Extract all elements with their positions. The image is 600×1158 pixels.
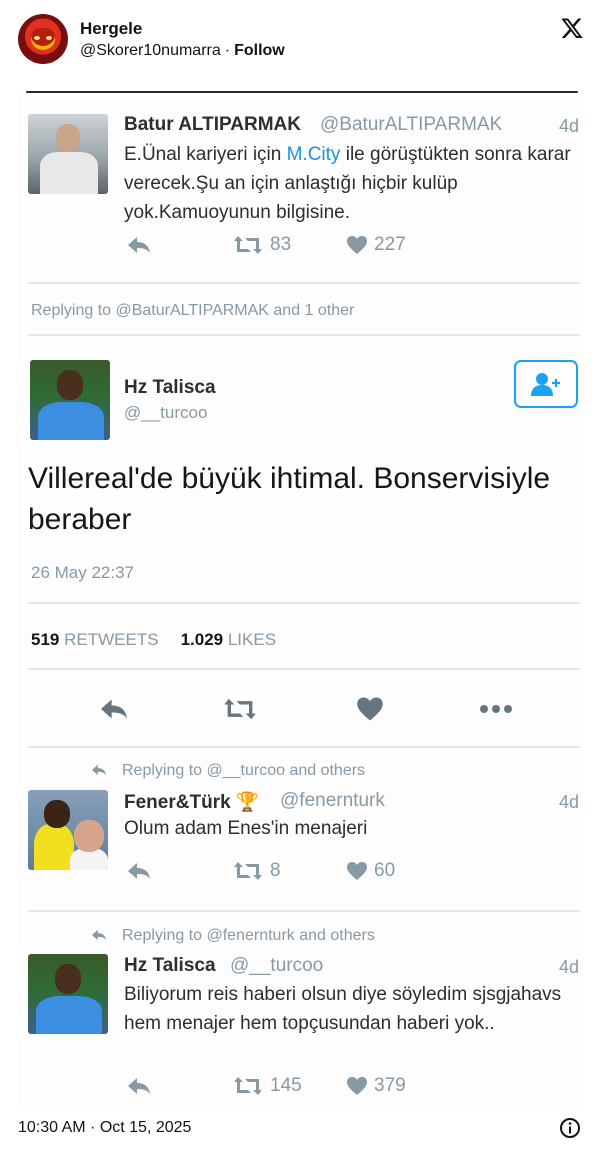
reply1-handle: @fenernturk bbox=[280, 790, 385, 811]
main-tweet-actions bbox=[98, 696, 538, 726]
divider bbox=[28, 910, 580, 912]
reply1-time: 4d bbox=[559, 792, 580, 812]
talisca-avatar bbox=[30, 360, 110, 440]
trophy-emoji: 🏆 bbox=[235, 792, 260, 813]
reply1-text: Olum adam Enes'in menajeri bbox=[124, 818, 368, 839]
main-tweet-stats: 519 RETWEETS 1.029 LIKES bbox=[31, 630, 276, 650]
like-total: 1.029 bbox=[180, 630, 224, 649]
like-icon: 60 bbox=[346, 860, 395, 882]
reply2-actions: 145 379 bbox=[126, 1075, 546, 1105]
divider bbox=[28, 602, 580, 604]
reply2-text: Biliyorum reis haberi olsun diye söyledi… bbox=[124, 984, 562, 1034]
more-icon bbox=[478, 696, 514, 722]
tweet1-time: 4d bbox=[559, 116, 580, 136]
author-display-name[interactable]: Hergele bbox=[80, 19, 142, 39]
main-reply-context: Replying to @BaturALTIPARMAK and 1 other bbox=[31, 302, 355, 319]
x-logo-icon[interactable] bbox=[560, 16, 584, 40]
reply-arrow-icon bbox=[92, 929, 106, 941]
likes-label: LIKES bbox=[227, 630, 277, 649]
main-tweet-text: Villereal'de büyük ihtimal. Bonservisiyl… bbox=[28, 462, 551, 536]
retweet-icon: 145 bbox=[232, 1075, 302, 1097]
main-tweet-timestamp: 26 May 22:37 bbox=[31, 563, 135, 582]
reply2-time: 4d bbox=[559, 957, 580, 977]
reply2-like-count: 379 bbox=[374, 1075, 406, 1096]
reply1-actions: 8 60 bbox=[126, 860, 546, 890]
divider bbox=[28, 668, 580, 670]
author-handle-line: @Skorer10numarra · Follow bbox=[80, 42, 285, 60]
reply1-retweet-count: 8 bbox=[270, 860, 281, 881]
tweet1-name: Batur ALTIPARMAK bbox=[124, 114, 301, 135]
tweet1-handle: @BaturALTIPARMAK bbox=[320, 114, 503, 135]
retweet-icon: 83 bbox=[232, 234, 291, 256]
embed-header: Hergele @Skorer10numarra · Follow bbox=[18, 12, 588, 68]
tweet-screenshot-image: Batur ALTIPARMAK @BaturALTIPARMAK 4d E.Ü… bbox=[18, 90, 584, 1108]
reply1-name: Fener&Türk 🏆 bbox=[124, 792, 260, 813]
like-icon: 379 bbox=[346, 1075, 406, 1097]
divider bbox=[28, 746, 580, 748]
tweet1-like-count: 227 bbox=[374, 234, 406, 255]
reply-arrow-icon bbox=[92, 764, 106, 776]
reply2-retweet-count: 145 bbox=[270, 1075, 302, 1096]
reply-icon bbox=[126, 234, 152, 256]
info-icon[interactable] bbox=[559, 1117, 581, 1139]
reply1-context: Replying to @__turcoo and others bbox=[90, 762, 365, 780]
reply2-name: Hz Talisca bbox=[124, 955, 216, 976]
retweet-total: 519 bbox=[31, 630, 60, 649]
divider bbox=[28, 282, 580, 284]
screenshot-top-border bbox=[26, 91, 578, 93]
main-tweet-handle: @__turcoo bbox=[124, 403, 208, 422]
reply2-handle: @__turcoo bbox=[230, 955, 324, 976]
follow-user-icon bbox=[514, 360, 578, 408]
fenerturk-avatar bbox=[28, 790, 108, 870]
talisca-avatar-small bbox=[28, 954, 108, 1034]
divider bbox=[28, 334, 580, 336]
like-icon bbox=[356, 696, 384, 722]
tweet1-retweet-count: 83 bbox=[270, 234, 292, 255]
tweet1-text: E.Ünal kariyeri için M.City ile görüştük… bbox=[124, 144, 571, 223]
follow-link[interactable]: Follow bbox=[234, 42, 285, 59]
main-tweet-name: Hz Talisca bbox=[124, 377, 216, 398]
retweet-icon bbox=[222, 696, 258, 722]
author-avatar[interactable] bbox=[18, 14, 68, 64]
reply-icon bbox=[98, 696, 130, 722]
reply2-context: Replying to @fenernturk and others bbox=[90, 927, 375, 945]
reply-icon bbox=[126, 1075, 152, 1097]
separator-dot: · bbox=[224, 42, 231, 59]
retweet-icon: 8 bbox=[232, 860, 281, 882]
batur-avatar bbox=[28, 114, 108, 194]
tweet1-link: M.City bbox=[286, 144, 341, 165]
tweet1-actions: 83 227 bbox=[126, 234, 546, 264]
like-icon: 227 bbox=[346, 234, 406, 256]
post-timestamp[interactable]: 10:30 AM · Oct 15, 2025 bbox=[18, 1119, 191, 1137]
author-handle[interactable]: @Skorer10numarra bbox=[80, 42, 221, 59]
retweets-label: RETWEETS bbox=[64, 630, 159, 649]
reply-icon bbox=[126, 860, 152, 882]
reply1-like-count: 60 bbox=[374, 860, 396, 881]
